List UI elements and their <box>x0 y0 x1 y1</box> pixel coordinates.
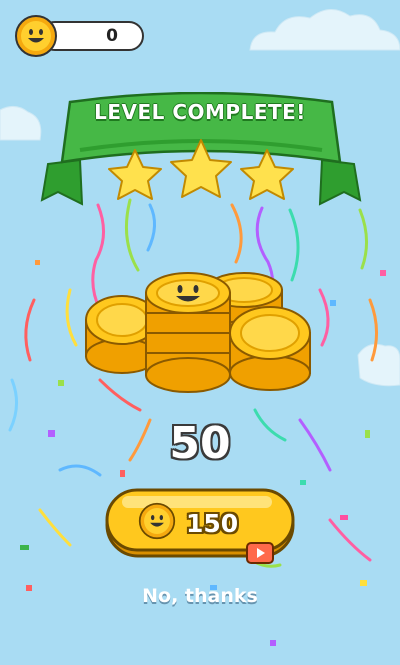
coin-pile-illustration <box>85 272 311 393</box>
smiley-coin-icon <box>15 15 57 57</box>
coin-count: 0 <box>106 26 118 46</box>
play-video-icon <box>246 542 274 564</box>
reward-amount: 50 <box>169 418 231 469</box>
star-icon <box>108 149 162 200</box>
claim-amount: 150 <box>186 509 239 538</box>
no-thanks-link[interactable]: No, thanks <box>120 585 280 607</box>
star-icon <box>240 149 294 200</box>
smiley-coin-icon <box>138 502 176 540</box>
banner-title: LEVEL COMPLETE! <box>94 100 306 124</box>
claim-reward-button[interactable]: 150 <box>104 488 296 564</box>
coin-counter: 0 <box>14 14 144 58</box>
